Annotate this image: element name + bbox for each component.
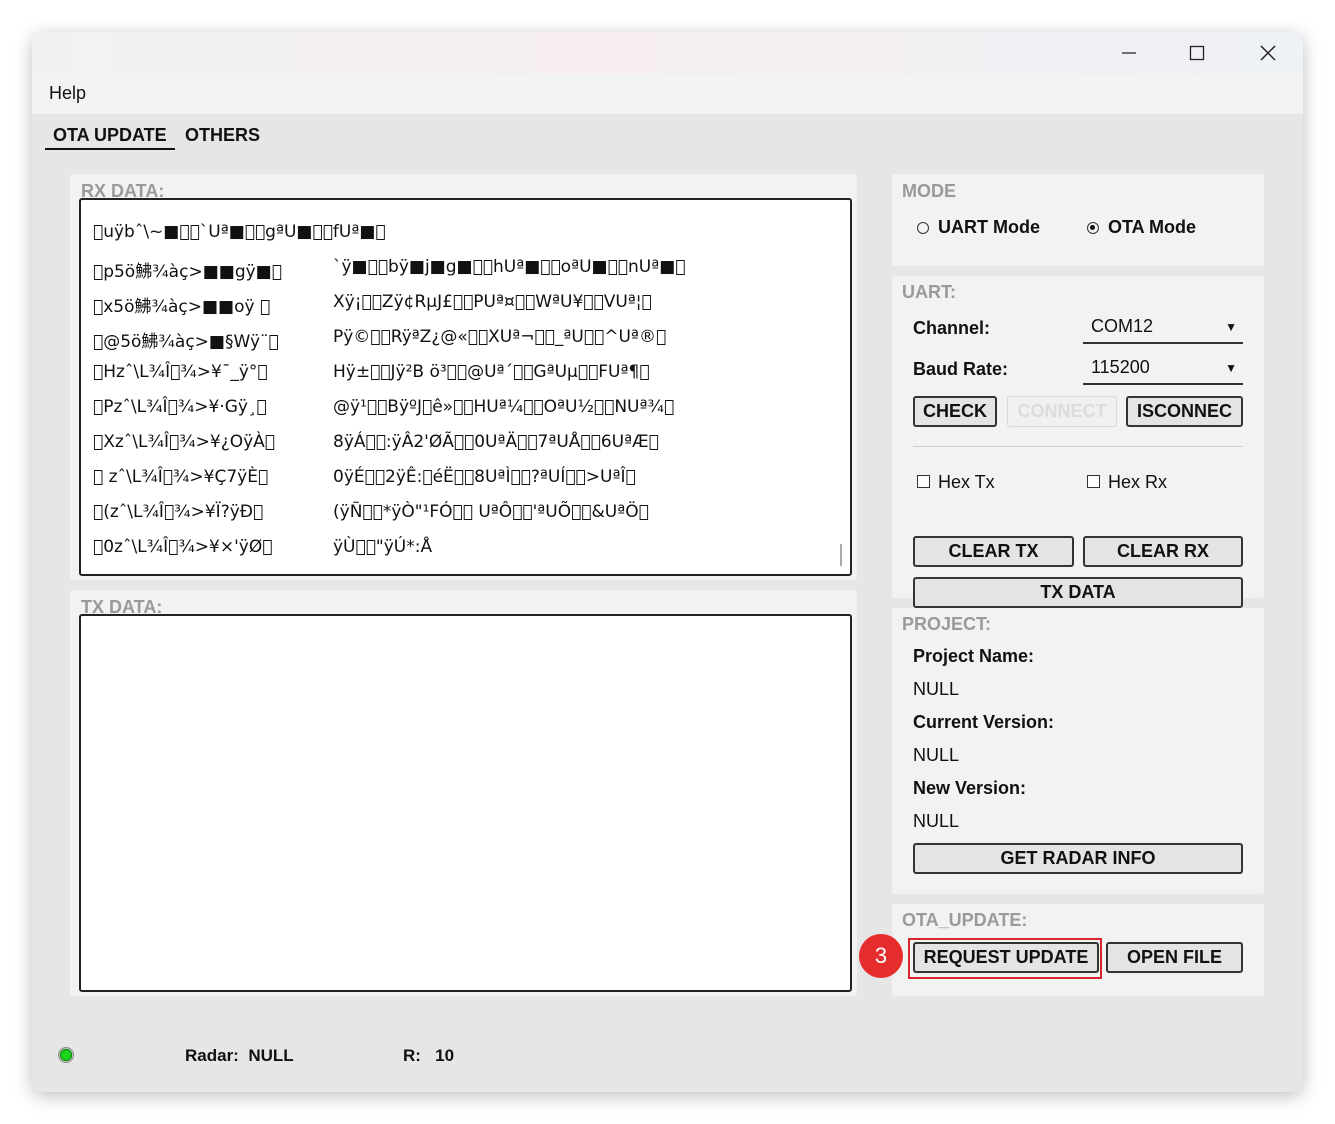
minimize-icon	[1122, 52, 1136, 54]
channel-select[interactable]: COM12 ▼	[1083, 314, 1243, 344]
connection-status-led	[58, 1047, 74, 1063]
rx-panel: RX DATA: ▔▔▔▔  uÿ­bˆ\~■  `Uª■  gªU■  fUª…	[70, 174, 857, 580]
close-icon	[1260, 45, 1276, 61]
ota-update-title: OTA_UPDATE:	[902, 910, 1028, 930]
tx-data-button[interactable]: TX DATA	[913, 577, 1243, 608]
tx-panel: TX DATA:	[70, 590, 857, 996]
channel-label: Channel:	[913, 318, 991, 338]
minimize-button[interactable]	[1097, 32, 1161, 74]
disconnect-button[interactable]: ISCONNEC	[1126, 396, 1243, 427]
new-version-value: NULL	[913, 811, 960, 831]
rx-line:  (zˆ\L¾Î ¾>¥Ï?ÿÐ  (ÿÑ  *ÿÒ"¹FÓ   UªÔ  'ªU…	[93, 502, 649, 522]
rx-line:  @5ö鮄¾àç>■§Wÿ¨  Pÿ©  RÿªZ¿@«  XUª¬  _ªU  …	[93, 327, 667, 352]
radar-label: Radar:	[185, 1046, 239, 1065]
rx-line:  Xzˆ\L¾Î ¾>¥¿OÿÀ  8ÿÁ  :ÿÂ2'ØÃ  0UªÄ  7ªU…	[93, 432, 659, 452]
check-button[interactable]: CHECK	[913, 396, 997, 427]
project-panel: PROJECT: Project Name: NULL Current Vers…	[892, 608, 1264, 894]
step-badge: 3	[859, 934, 903, 978]
current-version-value: NULL	[913, 745, 960, 765]
rx-line:  Pzˆ\L¾Î ¾>¥·Gÿ¸  @ÿ¹  BÿºJ ê»  HUª¼  OªU…	[93, 397, 675, 417]
mode-title: MODE	[902, 181, 956, 201]
chevron-down-icon: ▼	[1225, 361, 1237, 375]
r-status: R: 10	[403, 1046, 454, 1066]
connect-button[interactable]: CONNECT	[1007, 396, 1117, 427]
rx-line:   zˆ\L¾Î ¾>¥Ç7ÿÈ  0ÿÉ  2ÿÊ: éË  8UªÌ  ?ªU…	[93, 467, 636, 487]
ota-mode-radio[interactable]	[1087, 222, 1099, 234]
app-window: Help OTA UPDATE OTHERS RX DATA: ▔▔▔▔  uÿ…	[32, 32, 1303, 1092]
hex-rx-checkbox[interactable]	[1087, 475, 1100, 488]
rx-partial-line: ▔▔▔▔	[93, 198, 146, 216]
current-version-label: Current Version:	[913, 712, 1055, 732]
radar-value: NULL	[248, 1046, 294, 1065]
request-update-highlight	[908, 938, 1102, 979]
project-name-label: Project Name:	[913, 646, 1035, 666]
menu-help[interactable]: Help	[49, 83, 86, 104]
rx-data-area[interactable]: ▔▔▔▔  uÿ­bˆ\~■  `Uª■  gªU■  fUª■   p5ö鮄¾…	[79, 198, 852, 576]
rx-scrollbar[interactable]	[840, 544, 842, 566]
new-version-label: New Version:	[913, 778, 1027, 798]
r-label: R:	[403, 1046, 421, 1065]
baud-rate-select[interactable]: 115200 ▼	[1083, 355, 1243, 385]
uart-panel: UART: Channel: COM12 ▼ Baud Rate: 115200…	[892, 276, 1264, 608]
uart-mode-label[interactable]: UART Mode	[938, 217, 1040, 238]
radar-status: Radar: NULL	[185, 1046, 294, 1066]
rx-line:  0zˆ\L¾Î ¾>¥×'ÿØ  ÿÙ  "ÿÚ*:Å	[93, 537, 433, 557]
clear-rx-button[interactable]: CLEAR RX	[1083, 536, 1243, 567]
uart-title: UART:	[902, 282, 956, 302]
baud-rate-label: Baud Rate:	[913, 359, 1009, 379]
rx-line:  Hzˆ\L¾Î ¾>¥¯_ÿ°  Hÿ±  Jÿ²B ö³  @Uª´  GªU…	[93, 362, 650, 382]
baud-rate-value: 115200	[1091, 357, 1150, 377]
channel-value: COM12	[1091, 316, 1154, 336]
tab-others[interactable]: OTHERS	[185, 125, 260, 146]
rx-line:  p5ö鮄¾àç>■■gÿ■  `ÿ■  bÿ■j■g■  hUª■  oªU■ …	[93, 257, 686, 282]
uart-mode-radio[interactable]	[917, 222, 929, 234]
hex-tx-label[interactable]: Hex Tx	[938, 472, 995, 493]
menu-bar	[32, 74, 1303, 114]
mode-panel: MODE UART Mode OTA Mode	[892, 174, 1264, 266]
close-button[interactable]	[1236, 32, 1300, 74]
divider	[913, 446, 1243, 447]
maximize-button[interactable]	[1165, 32, 1229, 74]
tab-ota-update[interactable]: OTA UPDATE	[45, 125, 175, 150]
project-name-value: NULL	[913, 679, 960, 699]
r-value: 10	[435, 1046, 455, 1065]
rx-line:  uÿ­bˆ\~■  `Uª■  gªU■  fUª■ 	[93, 222, 386, 242]
hex-tx-checkbox[interactable]	[917, 475, 930, 488]
ota-mode-label[interactable]: OTA Mode	[1108, 217, 1196, 238]
project-title: PROJECT:	[902, 614, 992, 634]
rx-line:  x5ö鮄¾àç>■■oÿ   Xÿ¡  Zÿ¢RµJ£  PUª¤  WªU¥ …	[93, 292, 652, 317]
title-bar	[32, 32, 1303, 74]
clear-tx-button[interactable]: CLEAR TX	[913, 536, 1074, 567]
open-file-button[interactable]: OPEN FILE	[1106, 942, 1243, 973]
maximize-icon	[1189, 45, 1205, 61]
hex-rx-label[interactable]: Hex Rx	[1108, 472, 1167, 493]
chevron-down-icon: ▼	[1225, 320, 1237, 334]
get-radar-info-button[interactable]: GET RADAR INFO	[913, 843, 1243, 874]
tx-data-area[interactable]	[79, 614, 852, 992]
